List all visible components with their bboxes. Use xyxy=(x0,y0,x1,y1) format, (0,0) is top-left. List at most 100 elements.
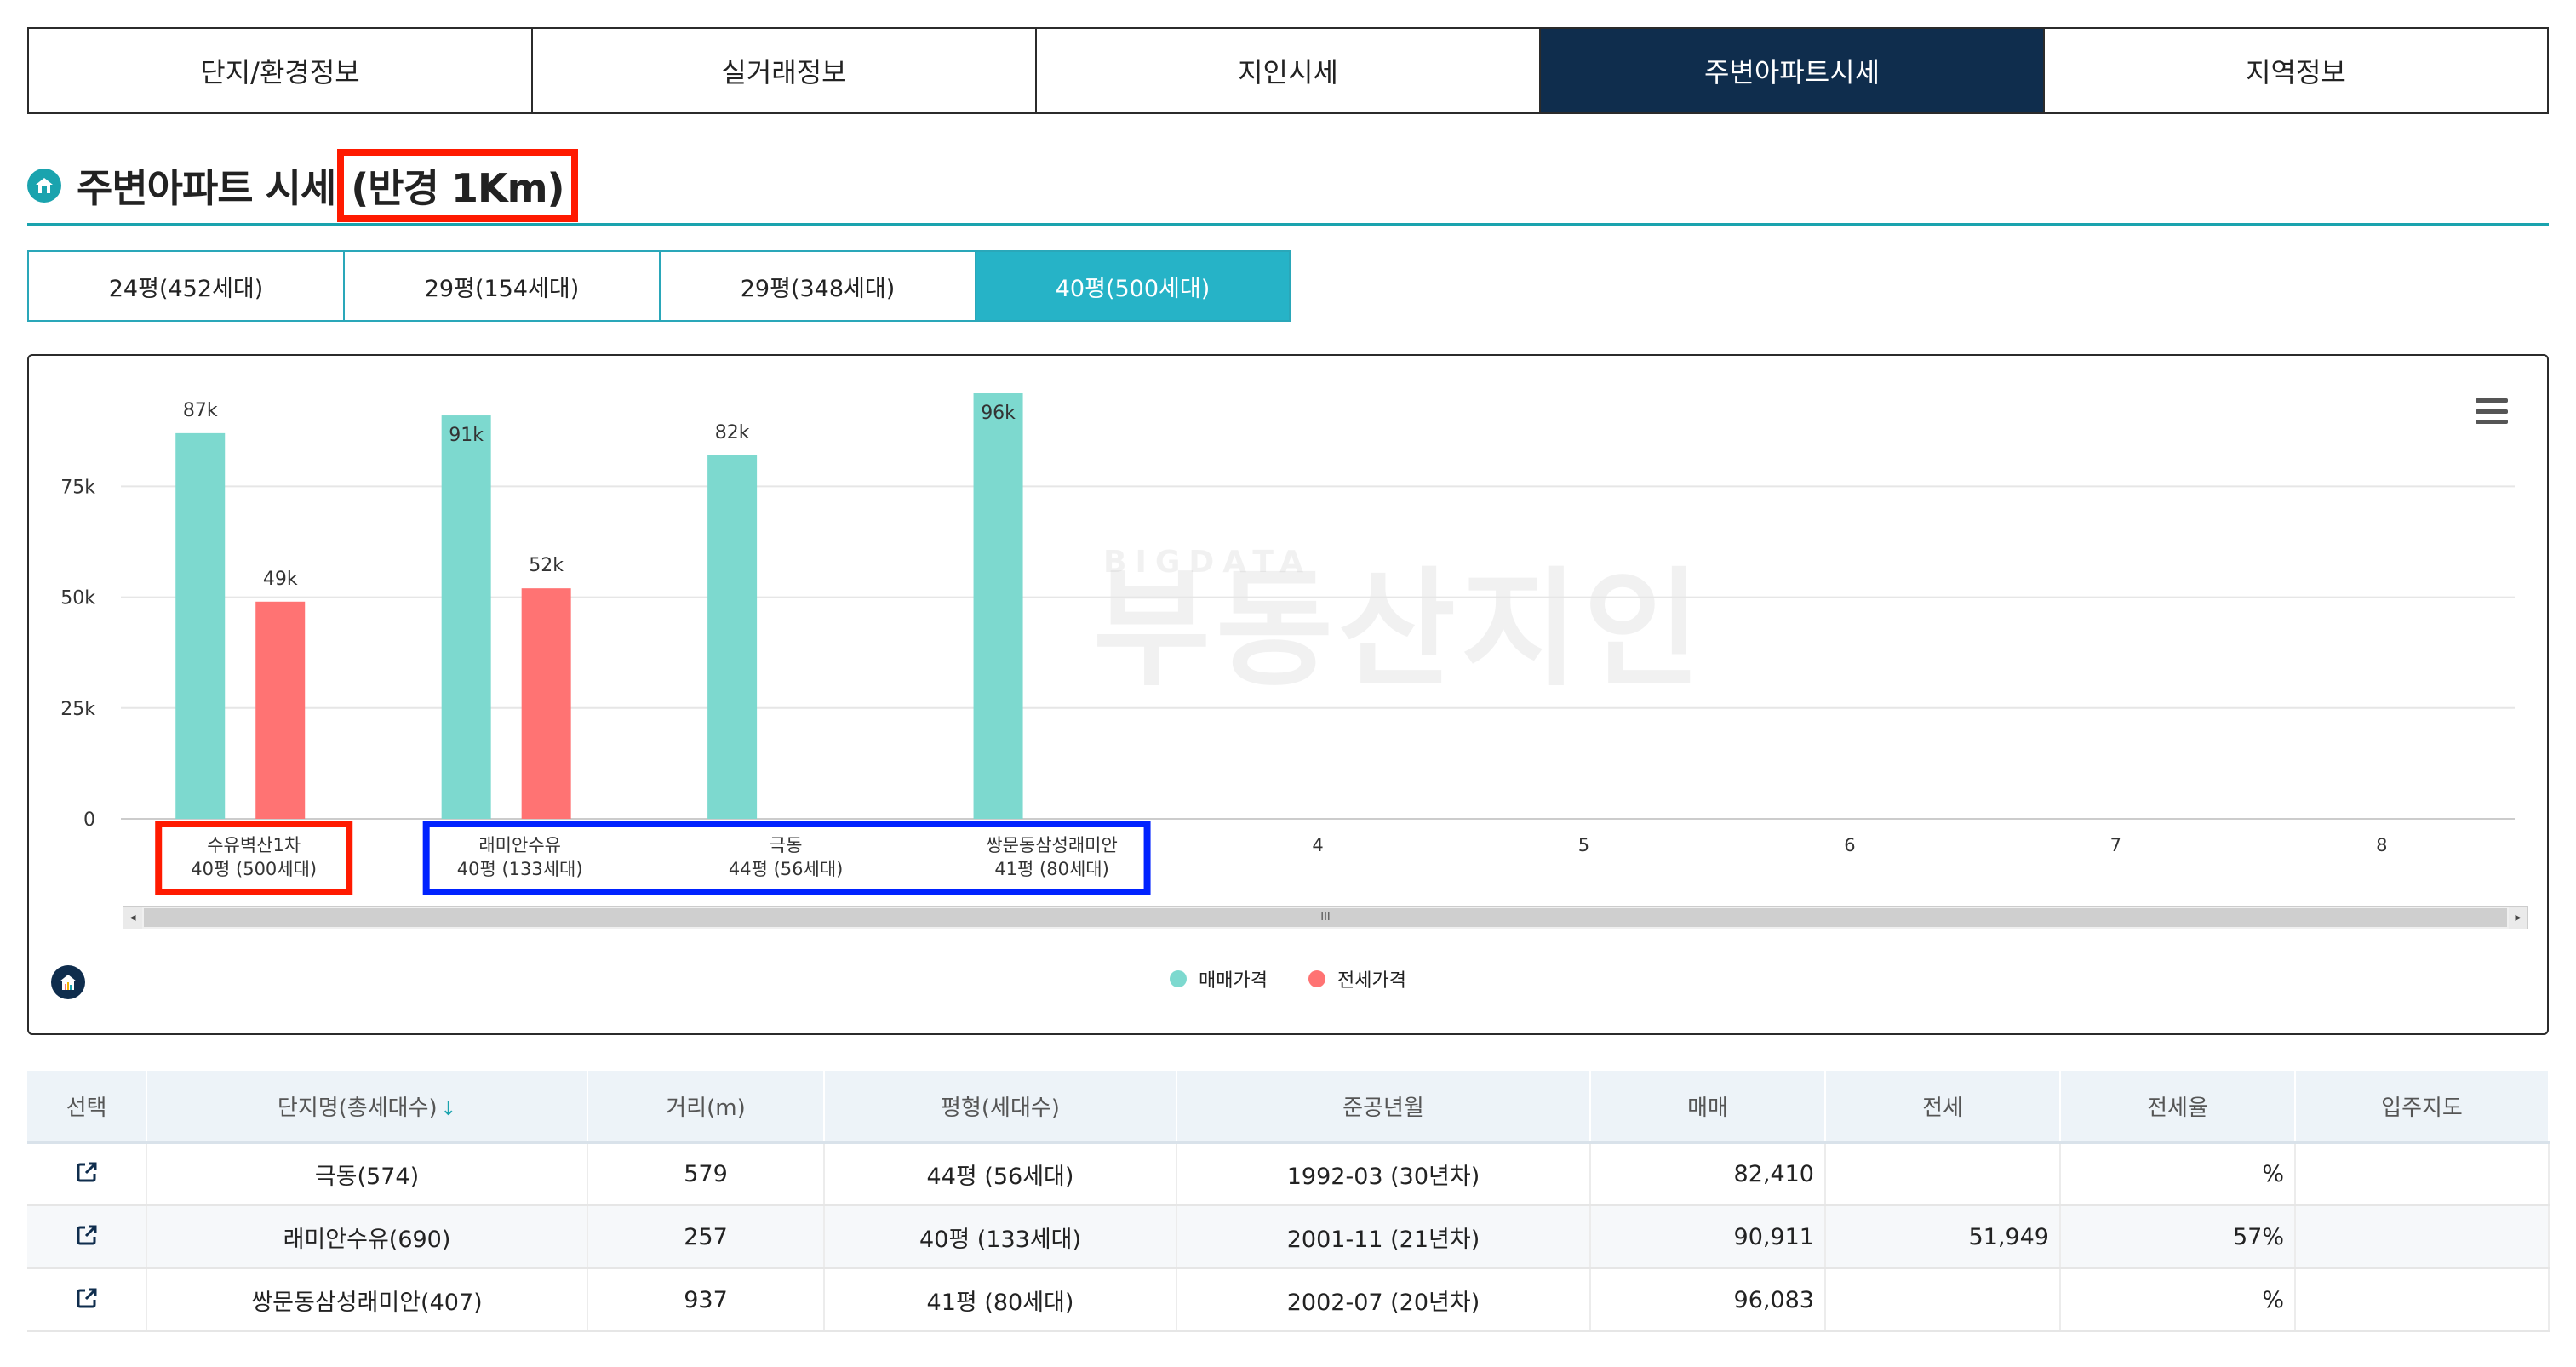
x-tick-label: 4 xyxy=(1312,835,1323,855)
chart-panel: BIGDATA 부동산지인 0 25k 50k 75k 87k 49k 수유벽산1차 40평 … xyxy=(27,354,2549,1035)
row-select-cell xyxy=(27,1268,147,1332)
bar-jeonse xyxy=(255,601,306,819)
chart-scrollbar[interactable]: ◂ III ▸ xyxy=(123,906,2528,929)
cell-sale: 82,410 xyxy=(1590,1142,1826,1206)
data-label: 87k xyxy=(183,400,218,421)
cell-size: 41평 (80세대) xyxy=(824,1268,1177,1332)
size-tab-29b[interactable]: 29평(348세대) xyxy=(659,250,975,322)
bar-sale xyxy=(441,415,491,819)
tab-real-transactions[interactable]: 실거래정보 xyxy=(533,29,1037,112)
x-tick-label: 극동 xyxy=(770,835,803,855)
y-tick-label: 75k xyxy=(60,477,95,498)
chart-legend: 매매가격 전세가격 xyxy=(29,965,2547,992)
size-tab-29a[interactable]: 29평(154세대) xyxy=(343,250,659,322)
x-tick-label: 5 xyxy=(1578,835,1589,855)
col-select: 선택 xyxy=(27,1071,147,1144)
x-tick-label: 래미안수유 xyxy=(478,835,561,855)
x-tick-label: 7 xyxy=(2110,835,2121,855)
col-sale: 매매 xyxy=(1590,1071,1826,1144)
y-tick-label: 50k xyxy=(60,588,95,609)
cell-jeonse xyxy=(1825,1268,2061,1332)
tab-region-info[interactable]: 지역정보 xyxy=(2045,29,2547,112)
page-title: 주변아파트 시세 xyxy=(77,165,336,211)
bar-sale xyxy=(973,393,1023,819)
y-tick-label: 0 xyxy=(83,809,95,831)
cell-size: 40평 (133세대) xyxy=(824,1205,1177,1269)
x-tick-label: 쌍문동삼성래미안 xyxy=(986,835,1118,855)
data-label: 52k xyxy=(529,555,564,576)
row-select-cell xyxy=(27,1142,147,1206)
cell-jeonse-ratio: % xyxy=(2060,1142,2296,1206)
col-distance: 거리(m) xyxy=(587,1071,825,1144)
external-link-icon[interactable] xyxy=(74,1159,100,1185)
home-icon xyxy=(27,169,61,203)
cell-move-in-map xyxy=(2295,1142,2550,1206)
size-tab-24[interactable]: 24평(452세대) xyxy=(27,250,343,322)
x-tick-label: 40평 (500세대) xyxy=(191,859,317,879)
cell-move-in-map xyxy=(2295,1268,2550,1332)
title-divider xyxy=(27,223,2549,226)
cell-jeonse xyxy=(1825,1142,2061,1206)
row-select-cell xyxy=(27,1205,147,1269)
scroll-thumb[interactable]: III xyxy=(144,908,2507,927)
radius-label: (반경 1Km) xyxy=(337,149,578,222)
cell-sale: 90,911 xyxy=(1590,1205,1826,1269)
cell-size: 44평 (56세대) xyxy=(824,1142,1177,1206)
cell-distance: 257 xyxy=(587,1205,825,1269)
y-tick-label: 25k xyxy=(60,699,95,720)
data-label: 49k xyxy=(263,569,298,590)
bar-chart: 0 25k 50k 75k 87k 49k 수유벽산1차 40평 (500세대) 91k 52k 래… xyxy=(60,393,2515,895)
table-row: 쌍문동삼성래미안(407) 937 41평 (80세대) 2002-07 (20… xyxy=(27,1268,2550,1332)
bar-sale xyxy=(707,455,758,819)
legend-item-jeonse[interactable]: 전세가격 xyxy=(1308,965,1406,992)
table-row: 래미안수유(690) 257 40평 (133세대) 2001-11 (21년차… xyxy=(27,1205,2550,1269)
cell-distance: 579 xyxy=(587,1142,825,1206)
external-link-icon[interactable] xyxy=(74,1285,100,1311)
cell-built: 2002-07 (20년차) xyxy=(1176,1268,1591,1332)
cell-distance: 937 xyxy=(587,1268,825,1332)
tab-jiin-price[interactable]: 지인시세 xyxy=(1037,29,1541,112)
bar-jeonse xyxy=(521,588,571,819)
col-jeonse-ratio: 전세율 xyxy=(2060,1071,2296,1144)
x-tick-label: 41평 (80세대) xyxy=(994,859,1108,879)
legend-dot-jeonse xyxy=(1308,970,1325,987)
col-complex-name-label: 단지명(총세대수) xyxy=(277,1095,438,1121)
col-move-in-map: 입주지도 xyxy=(2295,1071,2550,1144)
table-header-row: 선택 단지명(총세대수) ↓ 거리(m) 평형(세대수) 준공년월 매매 전세 전… xyxy=(27,1071,2550,1144)
col-built: 준공년월 xyxy=(1176,1071,1591,1144)
highlight-box-blue xyxy=(422,821,1151,895)
cell-complex-name: 쌍문동삼성래미안(407) xyxy=(146,1268,588,1332)
x-tick-label: 40평 (133세대) xyxy=(457,859,583,879)
cell-complex-name: 극동(574) xyxy=(146,1142,588,1206)
cell-sale: 96,083 xyxy=(1590,1268,1826,1332)
x-tick-label: 수유벽산1차 xyxy=(207,835,301,855)
cell-move-in-map xyxy=(2295,1205,2550,1269)
section-header: 주변아파트 시세 (반경 1Km) xyxy=(27,149,578,222)
size-tab-bar: 24평(452세대) 29평(154세대) 29평(348세대) 40평(500… xyxy=(27,250,1291,322)
cell-built: 2001-11 (21년차) xyxy=(1176,1205,1591,1269)
scroll-grip-icon: III xyxy=(1320,911,1331,924)
sort-down-icon[interactable]: ↓ xyxy=(441,1099,456,1120)
cell-built: 1992-03 (30년차) xyxy=(1176,1142,1591,1206)
col-complex-name[interactable]: 단지명(총세대수) ↓ xyxy=(146,1071,588,1144)
scroll-right-icon[interactable]: ▸ xyxy=(2509,907,2527,929)
highlight-box-red xyxy=(155,821,353,895)
bar-sale xyxy=(175,432,226,819)
legend-label-jeonse: 전세가격 xyxy=(1337,970,1406,992)
x-tick-label: 8 xyxy=(2376,835,2387,855)
col-jeonse: 전세 xyxy=(1825,1071,2061,1144)
chart-menu-icon[interactable] xyxy=(2476,398,2508,424)
tab-complex-info[interactable]: 단지/환경정보 xyxy=(29,29,533,112)
data-label: 96k xyxy=(981,403,1016,424)
legend-item-sale[interactable]: 매매가격 xyxy=(1170,965,1268,992)
x-tick-label: 44평 (56세대) xyxy=(729,859,843,879)
nearby-apartment-table: 선택 단지명(총세대수) ↓ 거리(m) 평형(세대수) 준공년월 매매 전세 전… xyxy=(27,1071,2550,1332)
col-size: 평형(세대수) xyxy=(824,1071,1177,1144)
external-link-icon[interactable] xyxy=(74,1222,100,1248)
data-label: 91k xyxy=(449,425,484,446)
tab-nearby-apartment-price[interactable]: 주변아파트시세 xyxy=(1541,29,2045,112)
cell-jeonse-ratio: % xyxy=(2060,1268,2296,1332)
cell-jeonse-ratio: 57% xyxy=(2060,1205,2296,1269)
size-tab-40[interactable]: 40평(500세대) xyxy=(975,250,1291,322)
scroll-left-icon[interactable]: ◂ xyxy=(123,907,142,929)
